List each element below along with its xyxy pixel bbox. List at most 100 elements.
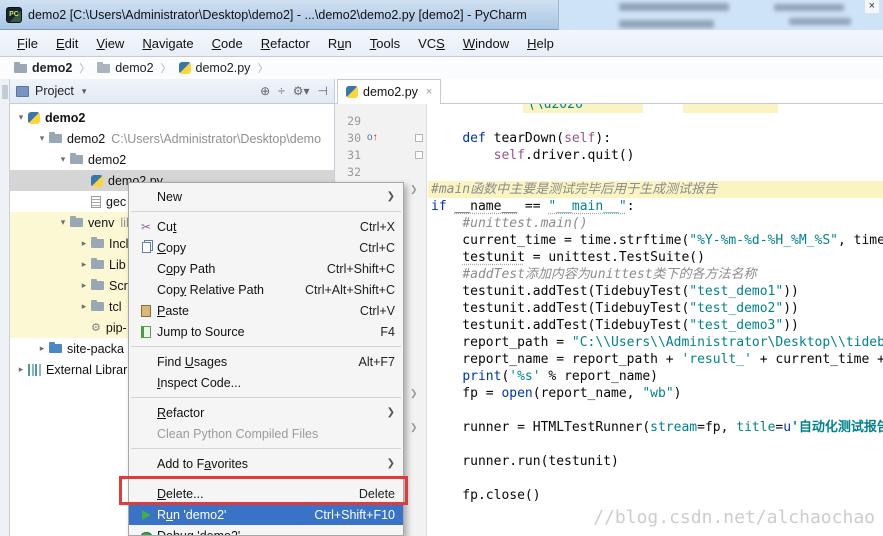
- tree-item-label: demo2: [45, 110, 86, 125]
- line-number: 29: [347, 114, 361, 128]
- menubar-item-vcs[interactable]: VCS: [409, 33, 454, 54]
- menubar-item-window[interactable]: Window: [454, 33, 518, 54]
- chevron-down-icon[interactable]: ▾: [56, 154, 70, 165]
- tree-item-label: External Librar: [46, 362, 128, 377]
- python-file-icon: [91, 174, 103, 187]
- line-number: 31: [347, 148, 361, 162]
- pycharm-window: PC demo2 [C:\Users\Administrator\Desktop…: [0, 0, 883, 536]
- gear-icon[interactable]: ⚙▾: [293, 84, 310, 98]
- menubar-item-help[interactable]: Help: [518, 33, 563, 54]
- menu-item-run-demo2-[interactable]: Run 'demo2' Ctrl+Shift+F10: [129, 504, 403, 525]
- menu-item-paste[interactable]: Paste Ctrl+V: [129, 300, 403, 321]
- tab-close-icon[interactable]: ×: [426, 86, 432, 98]
- menu-item-label: Add to Favorites: [157, 456, 249, 471]
- code-line: runner = HTMLTestRunner(stream=fp, title…: [431, 420, 883, 435]
- menubar-item-tools[interactable]: Tools: [361, 33, 409, 54]
- menu-item-label: Delete...: [157, 486, 204, 501]
- tool-window-button[interactable]: [2, 85, 8, 99]
- submenu-arrow-icon: ❯: [386, 191, 395, 202]
- menu-item-clean-python-compiled-files: Clean Python Compiled Files: [129, 423, 403, 444]
- menubar-item-run[interactable]: Run: [319, 33, 361, 54]
- python-file-icon: [178, 62, 191, 74]
- breadcrumb-item-0[interactable]: demo2: [14, 61, 72, 75]
- menu-item-new[interactable]: New ❯: [129, 186, 403, 207]
- menu-separator: [131, 397, 401, 398]
- menu-item-label: Inspect Code...: [157, 375, 242, 390]
- chevron-right-icon[interactable]: ▸: [77, 259, 91, 270]
- project-icon: [16, 85, 29, 97]
- tree-row-demo2[interactable]: ▾ demo2 C:\Users\Administrator\Desktop\dem…: [10, 128, 334, 149]
- menubar-item-navigate[interactable]: Navigate: [133, 33, 202, 54]
- breadcrumb-item-2[interactable]: demo2.py: [178, 61, 250, 75]
- chevron-down-icon[interactable]: ▾: [35, 133, 49, 144]
- tree-row-demo2[interactable]: ▾ demo2: [10, 149, 334, 170]
- code-line: testunit.addTest(TidebuyTest("test_demo2…: [431, 301, 799, 316]
- python-file-icon: [28, 111, 40, 124]
- menu-item-delete-[interactable]: Delete... Delete: [129, 483, 403, 504]
- menu-item-copy[interactable]: Copy Ctrl+C: [129, 237, 403, 258]
- editor-body[interactable]: 29 30 31 32 o↑ ❯ ❯ ❯ (\u2026 def tearDown(self)…: [335, 104, 883, 536]
- fold-marker-icon[interactable]: [415, 151, 423, 159]
- code-line: report_name = report_path + 'result_' + …: [431, 352, 883, 367]
- folder-icon: [91, 279, 104, 290]
- menu-item-jump-to-source[interactable]: Jump to Source F4: [129, 321, 403, 342]
- tree-item-label: site-packa: [67, 341, 124, 356]
- menu-item-label: Copy Path: [157, 261, 216, 276]
- locate-icon[interactable]: ⊕: [260, 84, 270, 98]
- menu-item-inspect-code-[interactable]: Inspect Code...: [129, 372, 403, 393]
- menu-item-label: Clean Python Compiled Files: [157, 426, 319, 441]
- bug-glyph: [140, 531, 152, 535]
- menu-item-shortcut: Ctrl+C: [359, 240, 395, 255]
- tree-item-label: tcl: [109, 299, 122, 314]
- tool-window-strip: [0, 79, 10, 536]
- chevron-right-icon[interactable]: ▸: [14, 364, 28, 375]
- hide-panel-icon[interactable]: ⊣: [318, 84, 328, 98]
- breadcrumb-item-1[interactable]: demo2: [97, 61, 154, 75]
- tab-demo2-py[interactable]: demo2.py ×: [337, 79, 442, 104]
- fold-arrow-icon[interactable]: ❯: [410, 422, 418, 433]
- cut-icon: ✂: [140, 219, 152, 234]
- folder-icon: [49, 342, 62, 353]
- menubar-item-file[interactable]: File: [8, 33, 47, 54]
- chevron-right-icon[interactable]: ▸: [77, 238, 91, 249]
- menu-item-add-to-favorites[interactable]: Add to Favorites ❯: [129, 453, 403, 474]
- fold-arrow-icon[interactable]: ❯: [410, 388, 418, 399]
- menubar-item-refactor[interactable]: Refactor: [252, 33, 319, 54]
- chevron-right-icon[interactable]: ▸: [77, 301, 91, 312]
- menu-item-label: Cut: [157, 219, 177, 234]
- fold-arrow-icon[interactable]: ❯: [410, 184, 418, 195]
- menubar-item-edit[interactable]: Edit: [47, 33, 87, 54]
- menu-item-copy-path[interactable]: Copy Path Ctrl+Shift+C: [129, 258, 403, 279]
- chevron-right-icon[interactable]: ▸: [77, 280, 91, 291]
- menubar-item-code[interactable]: Code: [203, 33, 252, 54]
- menubar-item-view[interactable]: View: [87, 33, 133, 54]
- project-panel-header: Project ▾ ⊕ ÷ ⚙▾ ⊣: [10, 79, 334, 104]
- close-icon[interactable]: ×: [864, 0, 879, 13]
- menu-item-copy-relative-path[interactable]: Copy Relative Path Ctrl+Alt+Shift+C: [129, 279, 403, 300]
- chevron-down-icon[interactable]: ▾: [82, 86, 87, 97]
- menu-item-find-usages[interactable]: Find Usages Alt+F7: [129, 351, 403, 372]
- code-area[interactable]: def tearDown(self): self.driver.quit() #m…: [428, 104, 883, 536]
- collapse-all-icon[interactable]: ÷: [278, 84, 285, 98]
- folder-icon: [91, 237, 104, 248]
- chevron-down-icon[interactable]: ▾: [56, 217, 70, 228]
- breadcrumb-label: demo2: [32, 61, 73, 75]
- tree-row-demo2[interactable]: ▾ demo2: [10, 107, 334, 128]
- folder-icon: [91, 258, 104, 269]
- breadcrumb-label: demo2: [115, 61, 154, 75]
- fold-marker-icon[interactable]: [415, 134, 423, 142]
- menu-item-shortcut: F4: [380, 324, 395, 339]
- menu-separator: [131, 448, 401, 449]
- chevron-right-icon[interactable]: ▸: [35, 343, 49, 354]
- menu-item-debug-demo2-[interactable]: Debug 'demo2': [129, 525, 403, 535]
- menu-item-refactor[interactable]: Refactor ❯: [129, 402, 403, 423]
- log-file-icon: [91, 195, 101, 208]
- chevron-down-icon[interactable]: ▾: [14, 112, 28, 123]
- menu-item-cut[interactable]: ✂ Cut Ctrl+X: [129, 216, 403, 237]
- code-line: #main函数中主要是测试完毕后用于生成测试报告: [428, 181, 883, 198]
- override-marker-icon[interactable]: o↑: [367, 132, 378, 143]
- watermark: //blog.csdn.net/alchaochao: [593, 507, 875, 528]
- line-number: 30: [347, 131, 361, 145]
- tree-item-label: demo2: [67, 131, 106, 146]
